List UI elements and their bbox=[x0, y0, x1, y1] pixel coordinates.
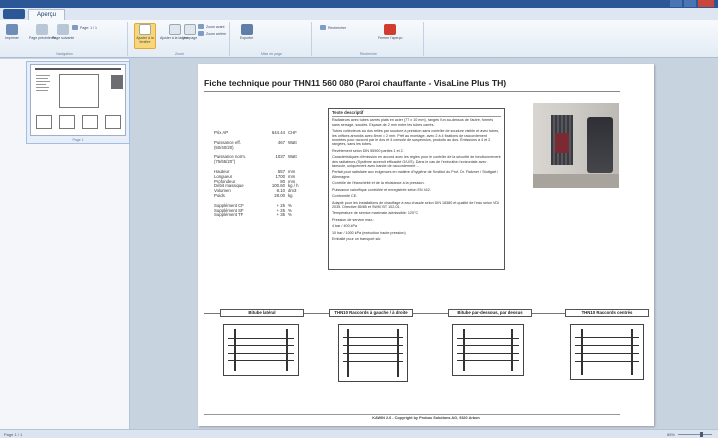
zoom-out-button[interactable]: Zoom arrière bbox=[198, 31, 226, 36]
status-page-count: Page 1 / 1 bbox=[4, 432, 23, 437]
description-paragraph: Perfait pour satisfaire aux exigences en… bbox=[332, 170, 499, 179]
description-paragraph: Adapté pour les installations de chauffa… bbox=[332, 200, 500, 209]
drawing-raccords-centres bbox=[570, 324, 644, 380]
drawing-raccords-gauche-droite bbox=[338, 324, 408, 382]
one-page-icon bbox=[183, 24, 196, 35]
spec-table: Prix AP 644.44 CHF Puissance eff. 467 Watt (50… bbox=[214, 130, 334, 218]
page-indicator[interactable]: Page: 1 / 1 bbox=[72, 25, 97, 30]
document-page: Fiche technique pour THN11 560 080 (Paro… bbox=[198, 64, 654, 426]
thumbnail-caption: Page 1 bbox=[72, 138, 84, 142]
ribbon-group-layout: Exporter Mise en page bbox=[232, 22, 312, 56]
next-page-button[interactable]: Page suivante bbox=[52, 24, 74, 40]
page-title: Fiche technique pour THN11 560 080 (Paro… bbox=[204, 78, 507, 88]
zoom-slider-knob[interactable] bbox=[700, 432, 703, 437]
next-page-icon bbox=[57, 24, 70, 35]
spec-value bbox=[266, 146, 288, 151]
description-paragraph: Revêtement selon DIN 55900 parties 1 et … bbox=[332, 148, 404, 153]
fit-window-button[interactable]: Ajuster à la fenêtre bbox=[134, 23, 156, 49]
spec-unit bbox=[288, 146, 304, 151]
export-icon bbox=[240, 24, 253, 35]
zoom-in-button[interactable]: Zoom avant bbox=[198, 24, 224, 29]
footer-rule bbox=[204, 414, 620, 415]
document-viewer[interactable]: Fiche technique pour THN11 560 080 (Paro… bbox=[131, 59, 718, 429]
spec-value: + 35 bbox=[276, 212, 285, 218]
page-footer: KAWIN 2.6 - Copyright by Probus Solution… bbox=[372, 416, 480, 420]
spec-value: 28.00 bbox=[274, 192, 285, 198]
window-controls bbox=[670, 0, 714, 8]
print-button[interactable]: Imprimer bbox=[5, 24, 19, 40]
spec-value bbox=[266, 160, 288, 165]
spec-unit bbox=[288, 160, 304, 165]
zoom-control[interactable]: 85% bbox=[667, 432, 712, 437]
description-paragraph: Pression de service max.: bbox=[332, 217, 375, 222]
thumbnail-pane: Page 1 bbox=[0, 59, 130, 429]
close-preview-button[interactable]: Fermer l'aperçu bbox=[378, 24, 402, 40]
ribbon: Imprimer Page précédente Page suivante P… bbox=[0, 20, 718, 58]
page-thumbnail[interactable] bbox=[30, 64, 126, 136]
description-paragraph: Radiateurs avec tubes carrés plats en ac… bbox=[332, 118, 494, 127]
ribbon-tab-row: Aperçu bbox=[0, 8, 718, 20]
description-paragraph: Conformité CE. bbox=[332, 194, 358, 199]
close-icon bbox=[384, 24, 397, 35]
description-text: Radiateurs avec tubes carrés plats en ac… bbox=[332, 118, 501, 241]
spec-unit: CHF bbox=[288, 130, 297, 135]
title-rule bbox=[204, 91, 620, 92]
zoom-slider[interactable] bbox=[678, 432, 712, 437]
drawing-bitube-lateral bbox=[223, 324, 299, 376]
search-icon bbox=[320, 25, 326, 30]
diagram-label-bitube-lateral: Bitube latéral bbox=[220, 309, 304, 317]
description-paragraph: Tubes collecteurs au dos reliés par soud… bbox=[332, 129, 500, 147]
diagram-label-bitube-dessous: Bitube par-dessous, par dessus bbox=[448, 309, 532, 317]
one-page-button[interactable]: Une page bbox=[182, 24, 197, 40]
description-paragraph: Caractéristiques d'émission en accord av… bbox=[332, 155, 501, 169]
description-paragraph: Puissance calorifique contrôlée et enreg… bbox=[332, 187, 431, 192]
search-button[interactable]: Rechercher bbox=[320, 25, 346, 30]
fit-width-icon bbox=[168, 24, 181, 35]
minimize-icon[interactable] bbox=[670, 0, 682, 7]
description-paragraph: Température de service maximale admissib… bbox=[332, 211, 419, 216]
ribbon-group-zoom: Ajuster à la fenêtre Ajuster à la largeu… bbox=[130, 22, 230, 56]
ribbon-group-navigation: Imprimer Page précédente Page suivante P… bbox=[2, 22, 128, 56]
maximize-icon[interactable] bbox=[684, 0, 696, 7]
prev-page-icon bbox=[36, 24, 49, 35]
tab-apercu[interactable]: Aperçu bbox=[28, 9, 66, 20]
description-header: Texte descriptif bbox=[332, 110, 501, 118]
product-photo bbox=[533, 103, 619, 188]
ribbon-group-search: Rechercher Fermer l'aperçu Recherche bbox=[314, 22, 424, 56]
diagram-label-raccords-centres: THN10 Raccords centrés bbox=[565, 309, 649, 317]
zoom-out-icon bbox=[198, 31, 204, 36]
description-paragraph: Emballé pour un transport sûr. bbox=[332, 236, 382, 241]
zoom-in-icon bbox=[198, 24, 204, 29]
description-paragraph: 10 bar / 1000 kPa (exécution haute press… bbox=[332, 230, 406, 235]
diagram-label-raccords-gauche-droite: THN10 Raccords à gauche / à droite bbox=[329, 309, 413, 317]
app-menu-button[interactable] bbox=[3, 9, 25, 19]
window-close-icon[interactable] bbox=[698, 0, 714, 7]
print-icon bbox=[5, 24, 18, 35]
fit-window-icon bbox=[139, 24, 151, 35]
spec-key: (75/65/20°) bbox=[214, 159, 236, 165]
description-paragraph: Contrôle de l'étanchéité et de la résist… bbox=[332, 181, 425, 186]
description-paragraph: 4 bar / 400 kPa bbox=[332, 224, 358, 229]
description-box: Texte descriptif Radiateurs avec tubes c… bbox=[328, 108, 505, 270]
spec-row: Supplément TF + 35% bbox=[214, 213, 334, 218]
spec-key: (50/40/20) bbox=[214, 144, 234, 150]
zoom-level: 85% bbox=[666, 432, 675, 437]
spec-key: Prix AP bbox=[214, 130, 229, 135]
page-icon bbox=[72, 25, 78, 30]
status-bar: Page 1 / 1 85% bbox=[0, 429, 718, 438]
spec-key: Supplément TF bbox=[214, 212, 244, 218]
spec-unit: kg bbox=[288, 192, 293, 198]
spec-key: Poids bbox=[214, 192, 225, 198]
window-titlebar bbox=[0, 0, 718, 8]
drawing-bitube-dessous bbox=[452, 324, 524, 376]
export-button[interactable]: Exporter bbox=[240, 24, 253, 40]
spec-value: 644.44 bbox=[271, 130, 285, 135]
spec-unit: % bbox=[288, 212, 292, 218]
